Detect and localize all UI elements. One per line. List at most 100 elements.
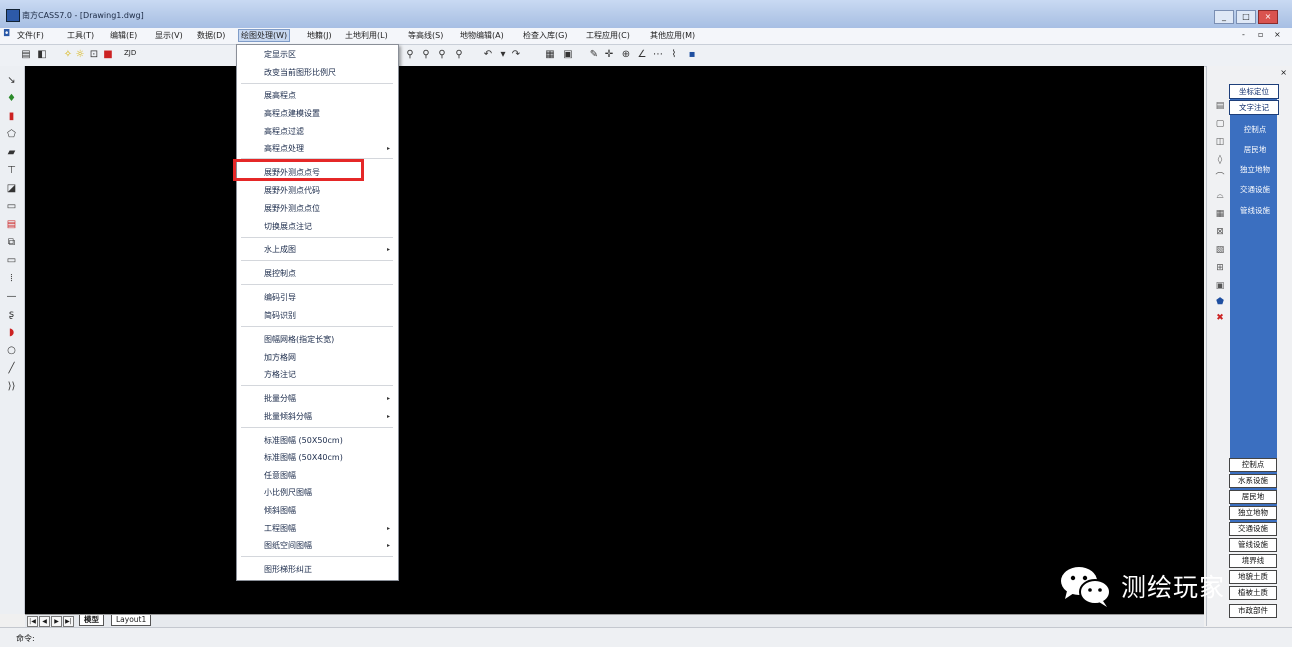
menu-item-hydrographic-mapping[interactable]: 水上成图	[264, 244, 296, 255]
menu-item-arbitrary-frame[interactable]: 任意图幅	[264, 470, 296, 481]
panel-tool-icon-4[interactable]: ◊	[1214, 154, 1226, 167]
category-control-point[interactable]: 控制点	[1234, 124, 1276, 135]
command-line[interactable]: 命令:	[0, 627, 1292, 647]
zoom-window-icon[interactable]: ⚲	[420, 49, 432, 61]
menu-item-grid-annotation[interactable]: 方格注记	[264, 369, 296, 380]
line-icon[interactable]: —	[5, 290, 18, 303]
category-independent-feature[interactable]: 独立地物	[1234, 164, 1276, 175]
zoom-previous-icon[interactable]: ⚲	[436, 49, 448, 61]
doc-close-button[interactable]: ×	[1274, 30, 1281, 39]
measure-icon[interactable]: ⋯	[652, 49, 664, 61]
polygon-icon[interactable]: ⬠	[5, 128, 18, 141]
color-swatch-icon[interactable]: ■	[102, 49, 114, 61]
dim-icon[interactable]: ⦙	[5, 272, 18, 285]
menu-item-show-field-point-codes[interactable]: 展野外测点代码	[264, 185, 320, 196]
menu-item-add-grid[interactable]: 加方格网	[264, 352, 296, 363]
panel-btn-vegetation[interactable]: 植被土质	[1229, 586, 1277, 600]
crosshair-icon[interactable]: ✛	[603, 49, 615, 61]
menu-tools[interactable]: 工具(T)	[67, 30, 94, 41]
menu-contour[interactable]: 等高线(S)	[408, 30, 443, 41]
tab-layout1[interactable]: Layout1	[111, 615, 152, 626]
text-insert-icon[interactable]: ▤	[5, 218, 18, 231]
menu-item-change-scale[interactable]: 改变当前图形比例尺	[264, 67, 336, 78]
panel-tool-icon-3[interactable]: ◫	[1214, 136, 1226, 149]
maximize-button[interactable]: □	[1236, 10, 1256, 24]
sun-icon[interactable]: ☼	[74, 49, 86, 61]
menu-item-elevation-processing[interactable]: 高程点处理	[264, 143, 304, 154]
menu-item-elevation-filter[interactable]: 高程点过滤	[264, 126, 304, 137]
menu-file[interactable]: 文件(F)	[17, 30, 44, 41]
angle-icon[interactable]: ∠	[636, 49, 648, 61]
category-pipeline[interactable]: 管线设施	[1234, 205, 1276, 216]
panel-shield-icon[interactable]: ⬟	[1214, 296, 1226, 309]
menu-land-use[interactable]: 土地利用(L)	[345, 30, 388, 41]
menu-check-import[interactable]: 检查入库(G)	[523, 30, 567, 41]
layer-manager-icon[interactable]: ▤	[20, 49, 32, 61]
category-transport[interactable]: 交通设施	[1234, 184, 1276, 195]
doc-minimize-button[interactable]: -	[1242, 30, 1245, 39]
pencil-icon[interactable]: ✎	[588, 49, 600, 61]
panel-tool-icon-8[interactable]: ⊠	[1214, 226, 1226, 239]
menu-feature-edit[interactable]: 地物编辑(A)	[460, 30, 504, 41]
spline-icon[interactable]: ʂ	[5, 308, 18, 321]
design-center-icon[interactable]: ▣	[562, 49, 574, 61]
panel-tool-icon-2[interactable]: ▢	[1214, 118, 1226, 131]
layer-dropdown[interactable]: ZJD	[124, 49, 136, 57]
save-icon[interactable]: ▪	[686, 49, 698, 61]
curve-icon[interactable]: ⟩⟩	[5, 380, 18, 393]
menu-item-paper-space-frame[interactable]: 图纸空间图幅	[264, 540, 312, 551]
panel-btn-municipal[interactable]: 市政部件	[1229, 604, 1277, 618]
undo-icon[interactable]: ↶	[482, 49, 494, 61]
panel-btn-residential[interactable]: 居民地	[1229, 490, 1277, 504]
fill-icon[interactable]: ▮	[5, 110, 18, 123]
panel-close-icon[interactable]: ×	[1280, 68, 1287, 77]
panel-btn-transport[interactable]: 交通设施	[1229, 522, 1277, 536]
menu-data[interactable]: 数据(D)	[197, 30, 225, 41]
menu-item-oblique-frame[interactable]: 倾斜图幅	[264, 505, 296, 516]
arc-icon[interactable]: ◗	[5, 326, 18, 339]
tab-last-button[interactable]: ▶|	[63, 616, 74, 627]
menu-item-standard-frame-50x40[interactable]: 标准图幅 (50X40cm)	[264, 452, 343, 463]
brush-icon[interactable]: ▰	[5, 146, 18, 159]
copy-icon[interactable]: ⧉	[5, 236, 18, 249]
polyline-icon[interactable]: ↘	[5, 74, 18, 87]
diagonal-line-icon[interactable]: ╱	[5, 362, 18, 375]
panel-tool-icon-5[interactable]: ⌒	[1214, 172, 1226, 185]
cad-logo-icon[interactable]: ◘	[3, 29, 10, 39]
panel-btn-water-system[interactable]: 水系设施	[1229, 474, 1277, 488]
undo-dropdown-icon[interactable]: ▾	[497, 49, 509, 61]
menu-item-show-elevation-points[interactable]: 展高程点	[264, 90, 296, 101]
menu-item-set-display-area[interactable]: 定显示区	[264, 49, 296, 60]
panel-tool-icon-10[interactable]: ⊞	[1214, 262, 1226, 275]
circle-icon[interactable]: ○	[5, 344, 18, 357]
block-icon[interactable]: ◪	[5, 182, 18, 195]
menu-display[interactable]: 显示(V)	[155, 30, 183, 41]
close-button[interactable]: ×	[1258, 10, 1278, 24]
panel-tool-icon-9[interactable]: ▧	[1214, 244, 1226, 257]
lock-icon[interactable]: ⊡	[88, 49, 100, 61]
panel-tool-icon-6[interactable]: ⌓	[1214, 190, 1226, 203]
minimize-button[interactable]: _	[1214, 10, 1234, 24]
menu-item-shortcode-recognition[interactable]: 简码识别	[264, 310, 296, 321]
panel-btn-control-point[interactable]: 控制点	[1229, 458, 1277, 472]
panel-tool-icon-7[interactable]: ▦	[1214, 208, 1226, 221]
menu-drawing-processing[interactable]: 绘图处理(W)	[238, 29, 291, 42]
doc-restore-button[interactable]: ▫	[1258, 30, 1263, 39]
menu-item-code-guide[interactable]: 编码引导	[264, 292, 296, 303]
zoom-realtime-icon[interactable]: ⚲	[404, 49, 416, 61]
text-annotation-button[interactable]: 文字注记	[1229, 100, 1279, 115]
rectangle-icon[interactable]: ▭	[5, 254, 18, 267]
table-icon[interactable]: ⊤	[5, 164, 18, 177]
lightbulb-icon[interactable]: ✧	[62, 49, 74, 61]
menu-edit[interactable]: 编辑(E)	[110, 30, 137, 41]
panel-delete-icon[interactable]: ✖	[1214, 312, 1226, 325]
menu-item-elevation-model-settings[interactable]: 高程点建模设置	[264, 108, 320, 119]
line-type-icon[interactable]: ⌇	[668, 49, 680, 61]
panel-btn-boundary[interactable]: 境界线	[1229, 554, 1277, 568]
menu-item-trapezoid-correction[interactable]: 图形梯形纠正	[264, 564, 312, 575]
vegetation-icon[interactable]: ♦	[5, 92, 18, 105]
menu-other[interactable]: 其他应用(M)	[650, 30, 695, 41]
properties-icon[interactable]: ▦	[544, 49, 556, 61]
menu-cadastre[interactable]: 地籍(J)	[307, 30, 332, 41]
menu-item-show-control-points[interactable]: 展控制点	[264, 268, 296, 279]
